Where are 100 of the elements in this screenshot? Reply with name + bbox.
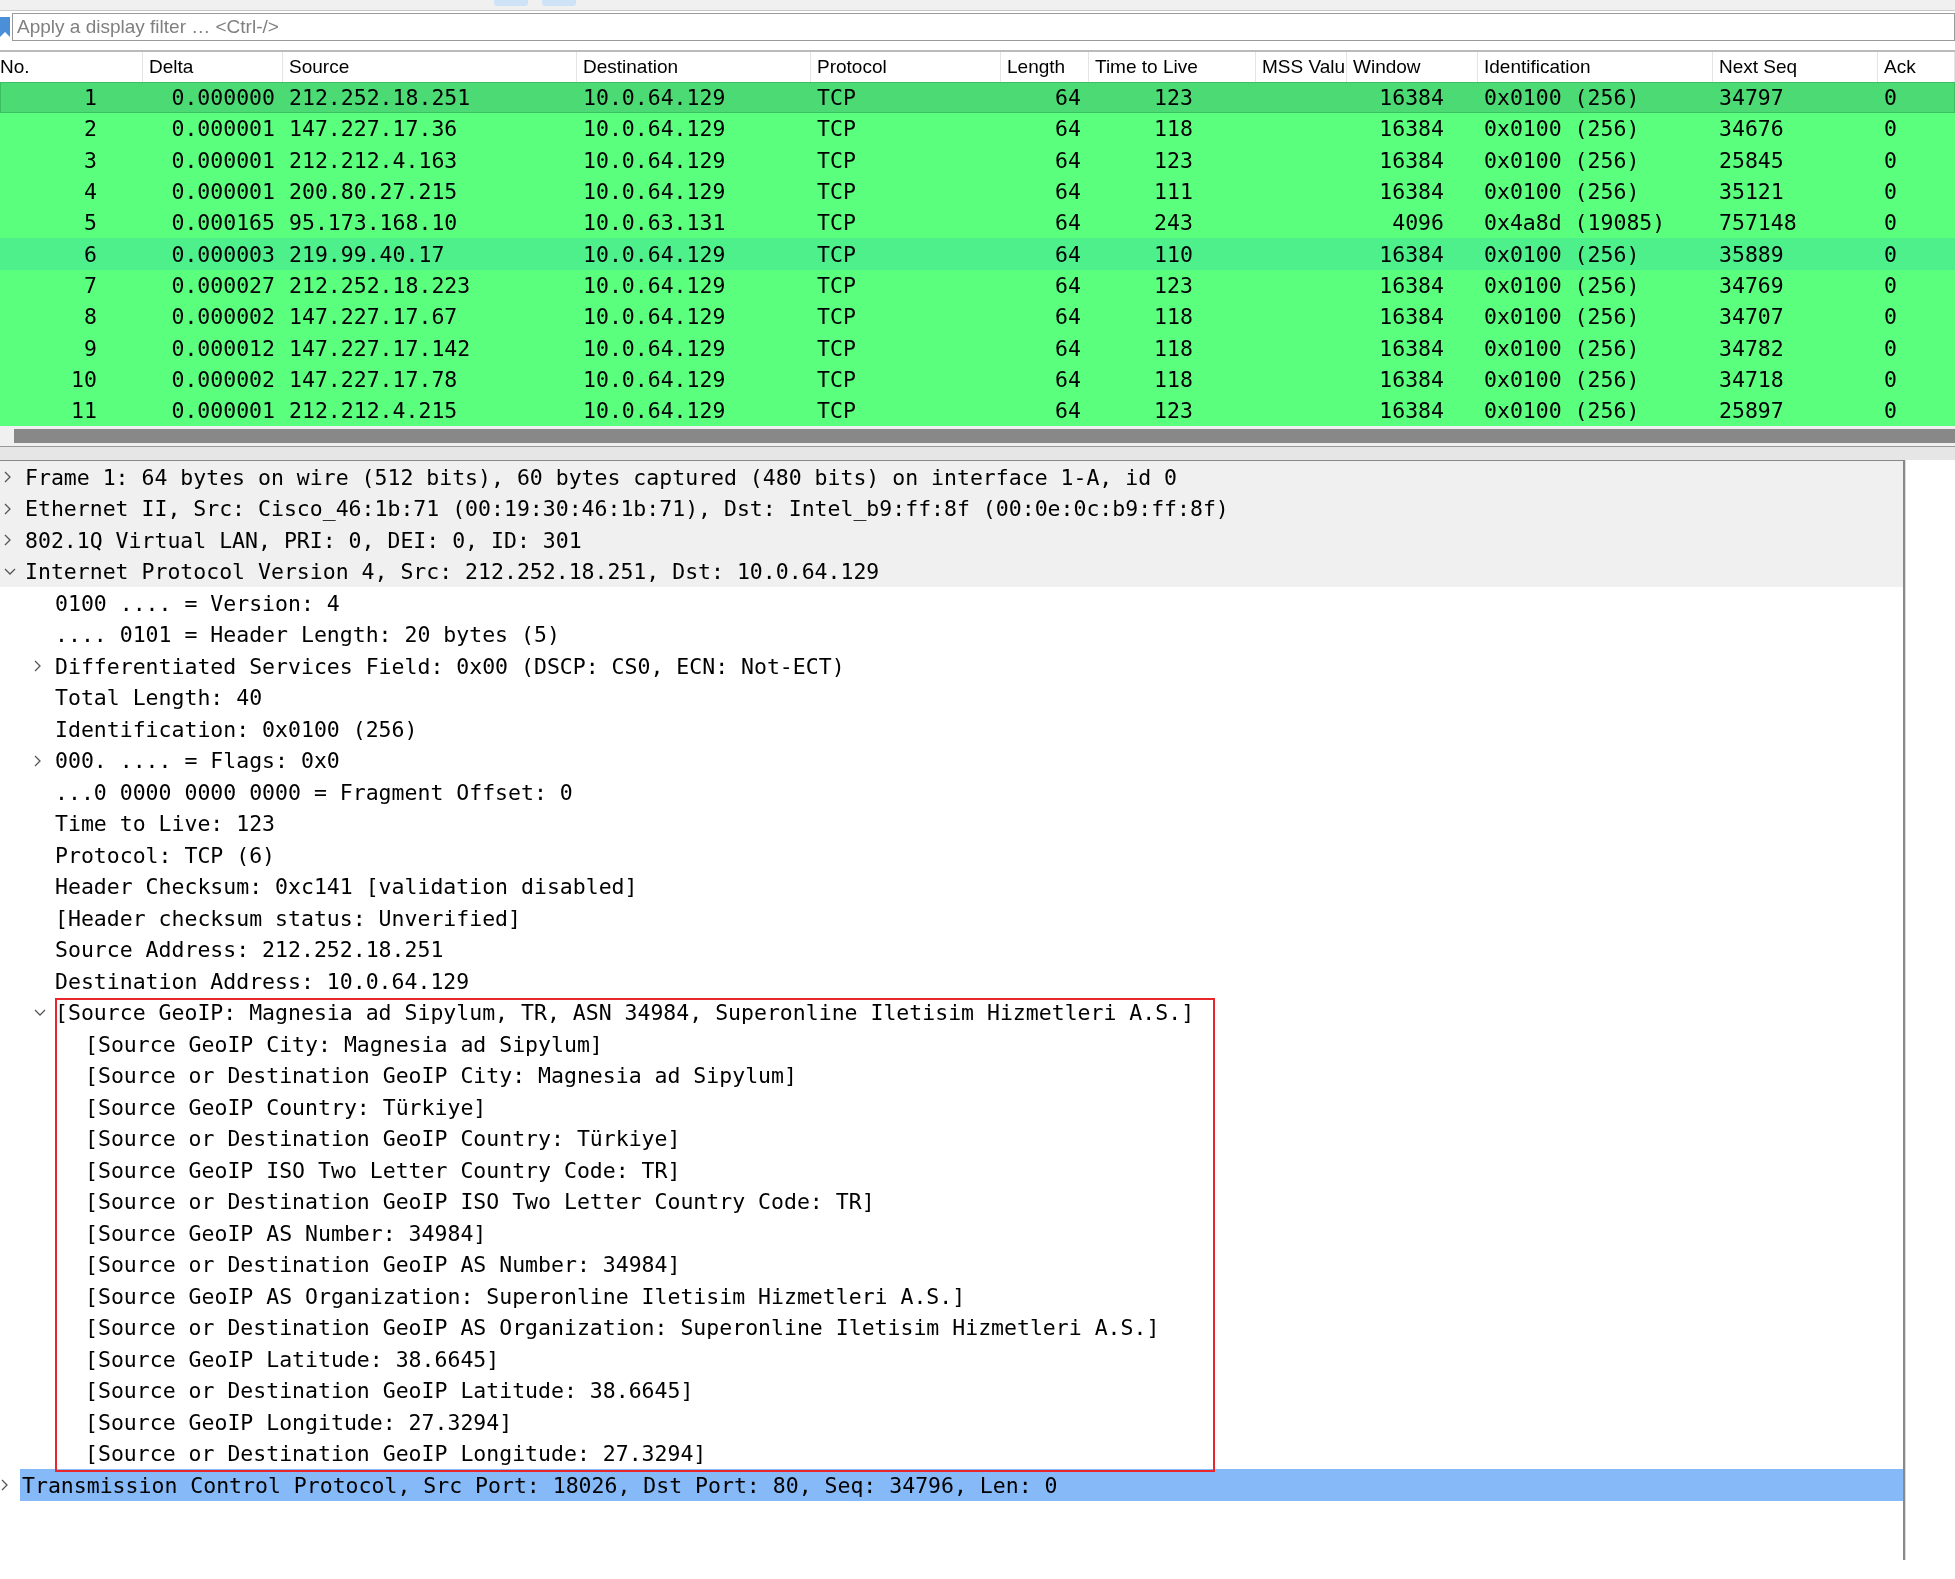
table-cell: 8 <box>84 304 97 330</box>
packet-row[interactable]: 9 0.000012 147.227.17.142 10.0.64.129 TCP 64 118 16384 0x0100 (256) 34782 0 <box>0 332 1955 364</box>
tree-row[interactable]: Total Length: 40 <box>0 681 1903 714</box>
packet-row[interactable]: 6 0.000003 219.99.40.17 10.0.64.129 TCP 64 110 16384 0x0100 (256) 35889 0 <box>0 238 1955 270</box>
chevron-down-icon[interactable] <box>34 1008 46 1017</box>
packet-row[interactable]: 7 0.000027 212.252.18.223 10.0.64.129 TCP 64 123 16384 0x0100 (256) 34769 0 <box>0 269 1955 302</box>
chevron-right-icon[interactable] <box>1 1479 9 1491</box>
tree-row[interactable]: Differentiated Services Field: 0x00 (DSCP: CS0, ECN: Not-ECT) <box>0 650 1903 682</box>
table-cell: 0 <box>1884 85 1897 111</box>
table-cell: 64 <box>1055 272 1081 298</box>
tree-row[interactable]: [Source GeoIP ISO Two Letter Country Code: TR] <box>0 1154 1903 1186</box>
tree-row[interactable]: [Source GeoIP AS Number: 34984] <box>0 1217 1903 1249</box>
tree-row[interactable]: [Source GeoIP Latitude: 38.6645] <box>0 1343 1903 1375</box>
tree-row[interactable]: 802.1Q Virtual LAN, PRI: 0, DEI: 0, ID: 301 <box>0 524 1903 556</box>
packet-row[interactable]: 3 0.000001 212.212.4.163 10.0.64.129 TCP 64 123 16384 0x0100 (256) 25845 0 <box>0 144 1955 176</box>
bookmark-icon[interactable] <box>0 17 10 37</box>
packet-row[interactable]: 10 0.000002 147.227.17.78 10.0.64.129 TCP 64 118 16384 0x0100 (256) 34718 0 <box>0 363 1955 395</box>
packet-row[interactable]: 1 0.000000 212.252.18.251 10.0.64.129 TCP 64 123 16384 0x0100 (256) 34797 0 <box>0 82 1955 114</box>
splitter-handle[interactable] <box>0 446 1955 461</box>
table-cell: 0 <box>1884 335 1897 361</box>
table-cell: 147.227.17.36 <box>289 116 458 142</box>
table-cell: 0x0100 (256) <box>1484 179 1640 205</box>
table-cell: 34676 <box>1719 116 1784 142</box>
tree-row[interactable]: [Source GeoIP AS Organization: Superonline Iletisim Hizmetleri A.S.] <box>0 1280 1903 1312</box>
tree-row[interactable]: Source Address: 212.252.18.251 <box>0 933 1903 966</box>
packet-row[interactable]: 5 0.000165 95.173.168.10 10.0.63.131 TCP 64 243 4096 0x4a8d (19085) 757148 0 <box>0 207 1955 239</box>
table-cell: 16384 <box>1379 335 1444 361</box>
chevron-down-icon[interactable] <box>4 567 16 576</box>
packet-row[interactable]: 11 0.000001 212.212.4.215 10.0.64.129 TCP 64 123 16384 0x0100 (256) 25897 0 <box>0 394 1955 427</box>
table-cell: 11 <box>71 398 97 424</box>
tree-item-text: Protocol: TCP (6) <box>55 842 276 868</box>
table-cell: TCP <box>817 210 856 236</box>
tree-item-text: Header Checksum: 0xc141 [validation disabled] <box>55 874 638 899</box>
packet-row[interactable]: 2 0.000001 147.227.17.36 10.0.64.129 TCP 64 118 16384 0x0100 (256) 34676 0 <box>0 113 1955 145</box>
table-cell: 64 <box>1055 304 1081 330</box>
tree-row[interactable]: [Source GeoIP: Magnesia ad Sipylum, TR, ASN 34984, Superonline Iletisim Hizmetleri A.S.] <box>0 996 1903 1029</box>
tree-item-text: [Source GeoIP: Magnesia ad Sipylum, TR, ASN 34984, Superonline Iletisim Hizmetleri A.S.] <box>55 1000 1195 1025</box>
scrollbar[interactable] <box>0 426 1955 447</box>
tree-row[interactable]: [Source or Destination GeoIP Longitude: 27.3294] <box>0 1437 1903 1470</box>
tree-row[interactable]: [Source or Destination GeoIP City: Magnesia ad Sipylum] <box>0 1059 1903 1092</box>
tree-row[interactable]: Destination Address: 10.0.64.129 <box>0 965 1903 997</box>
table-cell: 10.0.64.129 <box>583 85 726 111</box>
tree-item-text: [Source or Destination GeoIP Latitude: 38.6645] <box>85 1378 694 1403</box>
table-cell: 4096 <box>1392 210 1444 236</box>
chevron-right-icon[interactable] <box>4 471 12 483</box>
tree-row[interactable]: Identification: 0x0100 (256) <box>0 713 1903 745</box>
table-cell: 0x0100 (256) <box>1484 366 1640 392</box>
table-cell: 64 <box>1055 241 1081 267</box>
tree-row[interactable]: [Source or Destination GeoIP AS Organization: Superonline Iletisim Hizmetleri A.S.] <box>0 1311 1903 1344</box>
table-cell: 0 <box>1884 210 1897 236</box>
table-cell: 64 <box>1055 398 1081 424</box>
tree-item-text: Frame 1: 64 bytes on wire (512 bits), 60 bytes captured (480 bits) on interface 1-A, id 0 <box>25 464 1178 490</box>
tree-row[interactable]: Frame 1: 64 bytes on wire (512 bits), 60 bytes captured (480 bits) on interface 1-A, id 0 <box>0 461 1903 493</box>
table-cell: 16384 <box>1379 179 1444 205</box>
chevron-right-icon[interactable] <box>4 534 12 546</box>
tree-row[interactable]: [Source or Destination GeoIP ISO Two Letter Country Code: TR] <box>0 1185 1903 1218</box>
tree-row[interactable]: 0100 .... = Version: 4 <box>0 587 1903 619</box>
tree-row[interactable]: [Source or Destination GeoIP Country: Türkiye] <box>0 1122 1903 1155</box>
tree-item-text: [Source GeoIP Country: Türkiye] <box>85 1094 487 1120</box>
tree-row[interactable]: .... 0101 = Header Length: 20 bytes (5) <box>0 618 1903 651</box>
table-cell: TCP <box>817 304 856 330</box>
table-cell: 0.000001 <box>171 398 275 424</box>
table-cell: 147.227.17.78 <box>289 366 458 392</box>
chevron-right-icon[interactable] <box>34 754 42 767</box>
tree-item-text: ...0 0000 0000 0000 = Fragment Offset: 0 <box>55 779 573 805</box>
packet-row[interactable]: 4 0.000001 200.80.27.215 10.0.64.129 TCP 64 111 16384 0x0100 (256) 35121 0 <box>0 175 1955 208</box>
tree-item-text: Ethernet II, Src: Cisco_46:1b:71 (00:19:30:46:1b:71), Dst: Intel_b9:ff:8f (00:0e:0c:b9:ff:8f) <box>25 496 1229 521</box>
tree-row[interactable]: Internet Protocol Version 4, Src: 212.252.18.251, Dst: 10.0.64.129 <box>0 555 1903 588</box>
chevron-right-icon[interactable] <box>34 660 42 672</box>
table-cell: TCP <box>817 272 856 298</box>
tree-row[interactable]: Ethernet II, Src: Cisco_46:1b:71 (00:19:30:46:1b:71), Dst: Intel_b9:ff:8f (00:0e:0c:b9:ff:8f) <box>0 492 1903 525</box>
tree-row[interactable]: ...0 0000 0000 0000 = Fragment Offset: 0 <box>0 776 1903 808</box>
table-cell: TCP <box>817 179 856 205</box>
table-cell: TCP <box>817 398 856 424</box>
tree-row[interactable]: [Source or Destination GeoIP AS Number: 34984] <box>0 1248 1903 1281</box>
table-cell: 16384 <box>1379 147 1444 173</box>
table-cell: 0.000027 <box>171 272 275 298</box>
tree-item-text: Internet Protocol Version 4, Src: 212.252.18.251, Dst: 10.0.64.129 <box>25 559 880 584</box>
packet-row[interactable]: 8 0.000002 147.227.17.67 10.0.64.129 TCP 64 118 16384 0x0100 (256) 34707 0 <box>0 301 1955 333</box>
tree-item-text: [Source GeoIP Latitude: 38.6645] <box>85 1346 500 1372</box>
table-cell: 118 <box>1154 335 1193 361</box>
tree-item-text: Total Length: 40 <box>55 685 263 710</box>
tree-row[interactable]: Protocol: TCP (6) <box>0 839 1903 871</box>
tree-row[interactable]: Header Checksum: 0xc141 [validation disabled] <box>0 870 1903 903</box>
tree-row[interactable]: [Source or Destination GeoIP Latitude: 38.6645] <box>0 1374 1903 1407</box>
tree-row[interactable]: Time to Live: 123 <box>0 807 1903 840</box>
filter-field[interactable]: Apply a display filter … <Ctrl-/> <box>12 13 1955 41</box>
table-cell: 10.0.64.129 <box>583 147 726 173</box>
tree-row[interactable]: [Source GeoIP City: Magnesia ad Sipylum] <box>0 1028 1903 1060</box>
table-cell: 34797 <box>1719 85 1784 111</box>
table-cell: 0 <box>1884 116 1897 142</box>
tree-row[interactable]: 000. .... = Flags: 0x0 <box>0 744 1903 777</box>
tree-row[interactable]: [Source GeoIP Country: Türkiye] <box>0 1091 1903 1123</box>
table-cell: 35889 <box>1719 241 1784 267</box>
table-cell: 34707 <box>1719 304 1784 330</box>
tree-row[interactable]: [Header checksum status: Unverified] <box>0 902 1903 934</box>
table-cell: 0 <box>1884 241 1897 267</box>
chevron-right-icon[interactable] <box>4 502 12 515</box>
tree-row[interactable]: [Source GeoIP Longitude: 27.3294] <box>0 1406 1903 1438</box>
tree-item-text: [Source or Destination GeoIP AS Number: 34984] <box>85 1252 681 1277</box>
